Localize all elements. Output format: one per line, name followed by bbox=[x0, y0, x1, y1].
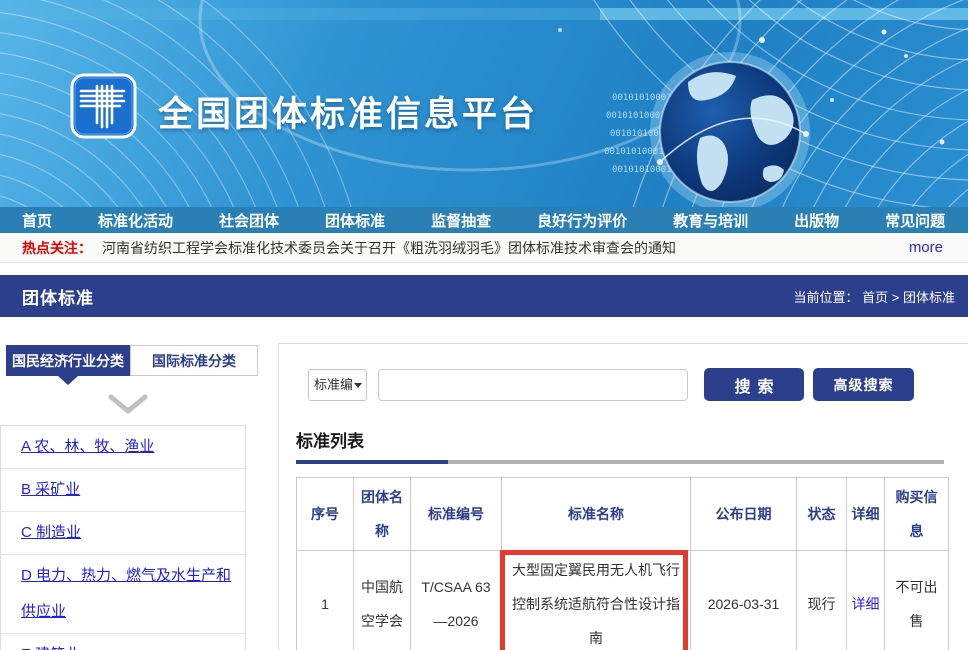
platform-logo-icon bbox=[70, 73, 137, 139]
col-header-date: 公布日期 bbox=[691, 478, 797, 551]
col-header-detail: 详细 bbox=[847, 478, 885, 551]
cell-detail: 详细 bbox=[847, 551, 885, 650]
cell-status: 现行 bbox=[797, 551, 847, 650]
content: 国民经济行业分类 国际标准分类 A 农、林、牧、渔业 B 采矿业 C 制造业 D… bbox=[0, 317, 968, 650]
hot-topic-notice-link[interactable]: 河南省纺织工程学会标准化技术委员会关于召开《粗洗羽绒羽毛》团体标准技术审查会的通… bbox=[102, 238, 897, 258]
nav-item-faq[interactable]: 常见问题 bbox=[885, 210, 945, 231]
page: 0010101000101 0010101000101 001010100010… bbox=[0, 0, 968, 650]
breadcrumb-current: 团体标准 bbox=[903, 290, 955, 305]
table-row: 1 中国航空学会 T/CSAA 63—2026 大型固定翼民用无人机飞行控制系统… bbox=[297, 551, 949, 650]
site-title: 全国团体标准信息平台 bbox=[158, 86, 538, 137]
banner: 0010101000101 0010101000101 001010100010… bbox=[0, 0, 968, 207]
chevron-down-icon[interactable] bbox=[108, 393, 148, 415]
detail-link[interactable]: 详细 bbox=[852, 596, 880, 612]
col-header-code: 标准编号 bbox=[411, 478, 502, 551]
category-item-e[interactable]: E 建筑业 bbox=[1, 634, 245, 650]
globe-icon bbox=[650, 52, 810, 207]
cell-purchase: 不可出售 bbox=[885, 551, 949, 650]
breadcrumb-separator: > bbox=[892, 290, 900, 305]
page-header-bar: 团体标准 当前位置： 首页 > 团体标准 bbox=[0, 275, 968, 317]
nav-item-home[interactable]: 首页 bbox=[22, 210, 52, 231]
cell-seq: 1 bbox=[297, 551, 354, 650]
page-title: 团体标准 bbox=[22, 284, 94, 309]
nav-item-group-standards[interactable]: 团体标准 bbox=[325, 210, 385, 231]
hot-topic-bar: 热点关注： 河南省纺织工程学会标准化技术委员会关于召开《粗洗羽绒羽毛》团体标准技… bbox=[0, 233, 968, 263]
standards-table: 序号 团体名称 标准编号 标准名称 公布日期 状态 详细 购买信息 1 中国航空… bbox=[296, 477, 949, 650]
nav-item-supervision[interactable]: 监督抽查 bbox=[431, 210, 491, 231]
category-item-b[interactable]: B 采矿业 bbox=[1, 469, 245, 512]
more-link[interactable]: more bbox=[909, 239, 943, 256]
breadcrumb-label: 当前位置： bbox=[793, 290, 858, 305]
active-tab-pointer bbox=[58, 376, 78, 385]
advanced-search-button[interactable]: 高级搜索 bbox=[813, 368, 914, 401]
breadcrumb-home-link[interactable]: 首页 bbox=[862, 290, 888, 305]
cell-standard-name: 大型固定翼民用无人机飞行控制系统适航符合性设计指南 bbox=[502, 551, 691, 650]
nav-item-publications[interactable]: 出版物 bbox=[794, 210, 839, 231]
standard-name-text: 大型固定翼民用无人机飞行控制系统适航符合性设计指南 bbox=[512, 562, 680, 646]
cell-code: T/CSAA 63—2026 bbox=[411, 551, 502, 650]
search-type-select-wrap: 标准编号 bbox=[308, 369, 367, 401]
classification-tabs: 国民经济行业分类 国际标准分类 bbox=[0, 345, 260, 376]
col-header-name: 标准名称 bbox=[502, 478, 691, 551]
tab-international-standard-classification[interactable]: 国际标准分类 bbox=[130, 345, 258, 376]
search-row: 标准编号 搜索 高级搜索 bbox=[308, 368, 968, 401]
sidebar: 国民经济行业分类 国际标准分类 A 农、林、牧、渔业 B 采矿业 C 制造业 D… bbox=[0, 345, 260, 650]
nav-item-good-behavior[interactable]: 良好行为评价 bbox=[537, 210, 627, 231]
category-item-a[interactable]: A 农、林、牧、渔业 bbox=[1, 426, 245, 469]
col-header-purchase: 购买信息 bbox=[885, 478, 949, 551]
main-panel: 标准编号 搜索 高级搜索 标准列表 序号 bbox=[278, 343, 968, 650]
category-list: A 农、林、牧、渔业 B 采矿业 C 制造业 D 电力、热力、燃气及水生产和供应… bbox=[0, 425, 246, 650]
title-underline bbox=[296, 460, 944, 464]
col-header-org: 团体名称 bbox=[354, 478, 411, 551]
category-item-d[interactable]: D 电力、热力、燃气及水生产和供应业 bbox=[1, 555, 245, 634]
search-type-select[interactable]: 标准编号 bbox=[308, 369, 367, 401]
col-header-seq: 序号 bbox=[297, 478, 354, 551]
cell-date: 2026-03-31 bbox=[691, 551, 797, 650]
spacer bbox=[0, 263, 968, 275]
nav-item-standardization-activities[interactable]: 标准化活动 bbox=[98, 210, 173, 231]
nav-item-social-organizations[interactable]: 社会团体 bbox=[219, 210, 279, 231]
cell-org: 中国航空学会 bbox=[354, 551, 411, 650]
col-header-status: 状态 bbox=[797, 478, 847, 551]
main-nav: 首页 标准化活动 社会团体 团体标准 监督抽查 良好行为评价 教育与培训 出版物… bbox=[0, 207, 968, 233]
hot-topic-label: 热点关注： bbox=[22, 238, 92, 258]
nav-item-education[interactable]: 教育与培训 bbox=[673, 210, 748, 231]
breadcrumb: 当前位置： 首页 > 团体标准 bbox=[793, 287, 955, 306]
table-header-row: 序号 团体名称 标准编号 标准名称 公布日期 状态 详细 购买信息 bbox=[297, 478, 949, 551]
category-item-c[interactable]: C 制造业 bbox=[1, 512, 245, 555]
search-input[interactable] bbox=[378, 369, 688, 401]
tab-national-economy-classification[interactable]: 国民经济行业分类 bbox=[6, 345, 130, 376]
standards-list-title: 标准列表 bbox=[296, 427, 968, 452]
search-button[interactable]: 搜索 bbox=[704, 368, 804, 401]
